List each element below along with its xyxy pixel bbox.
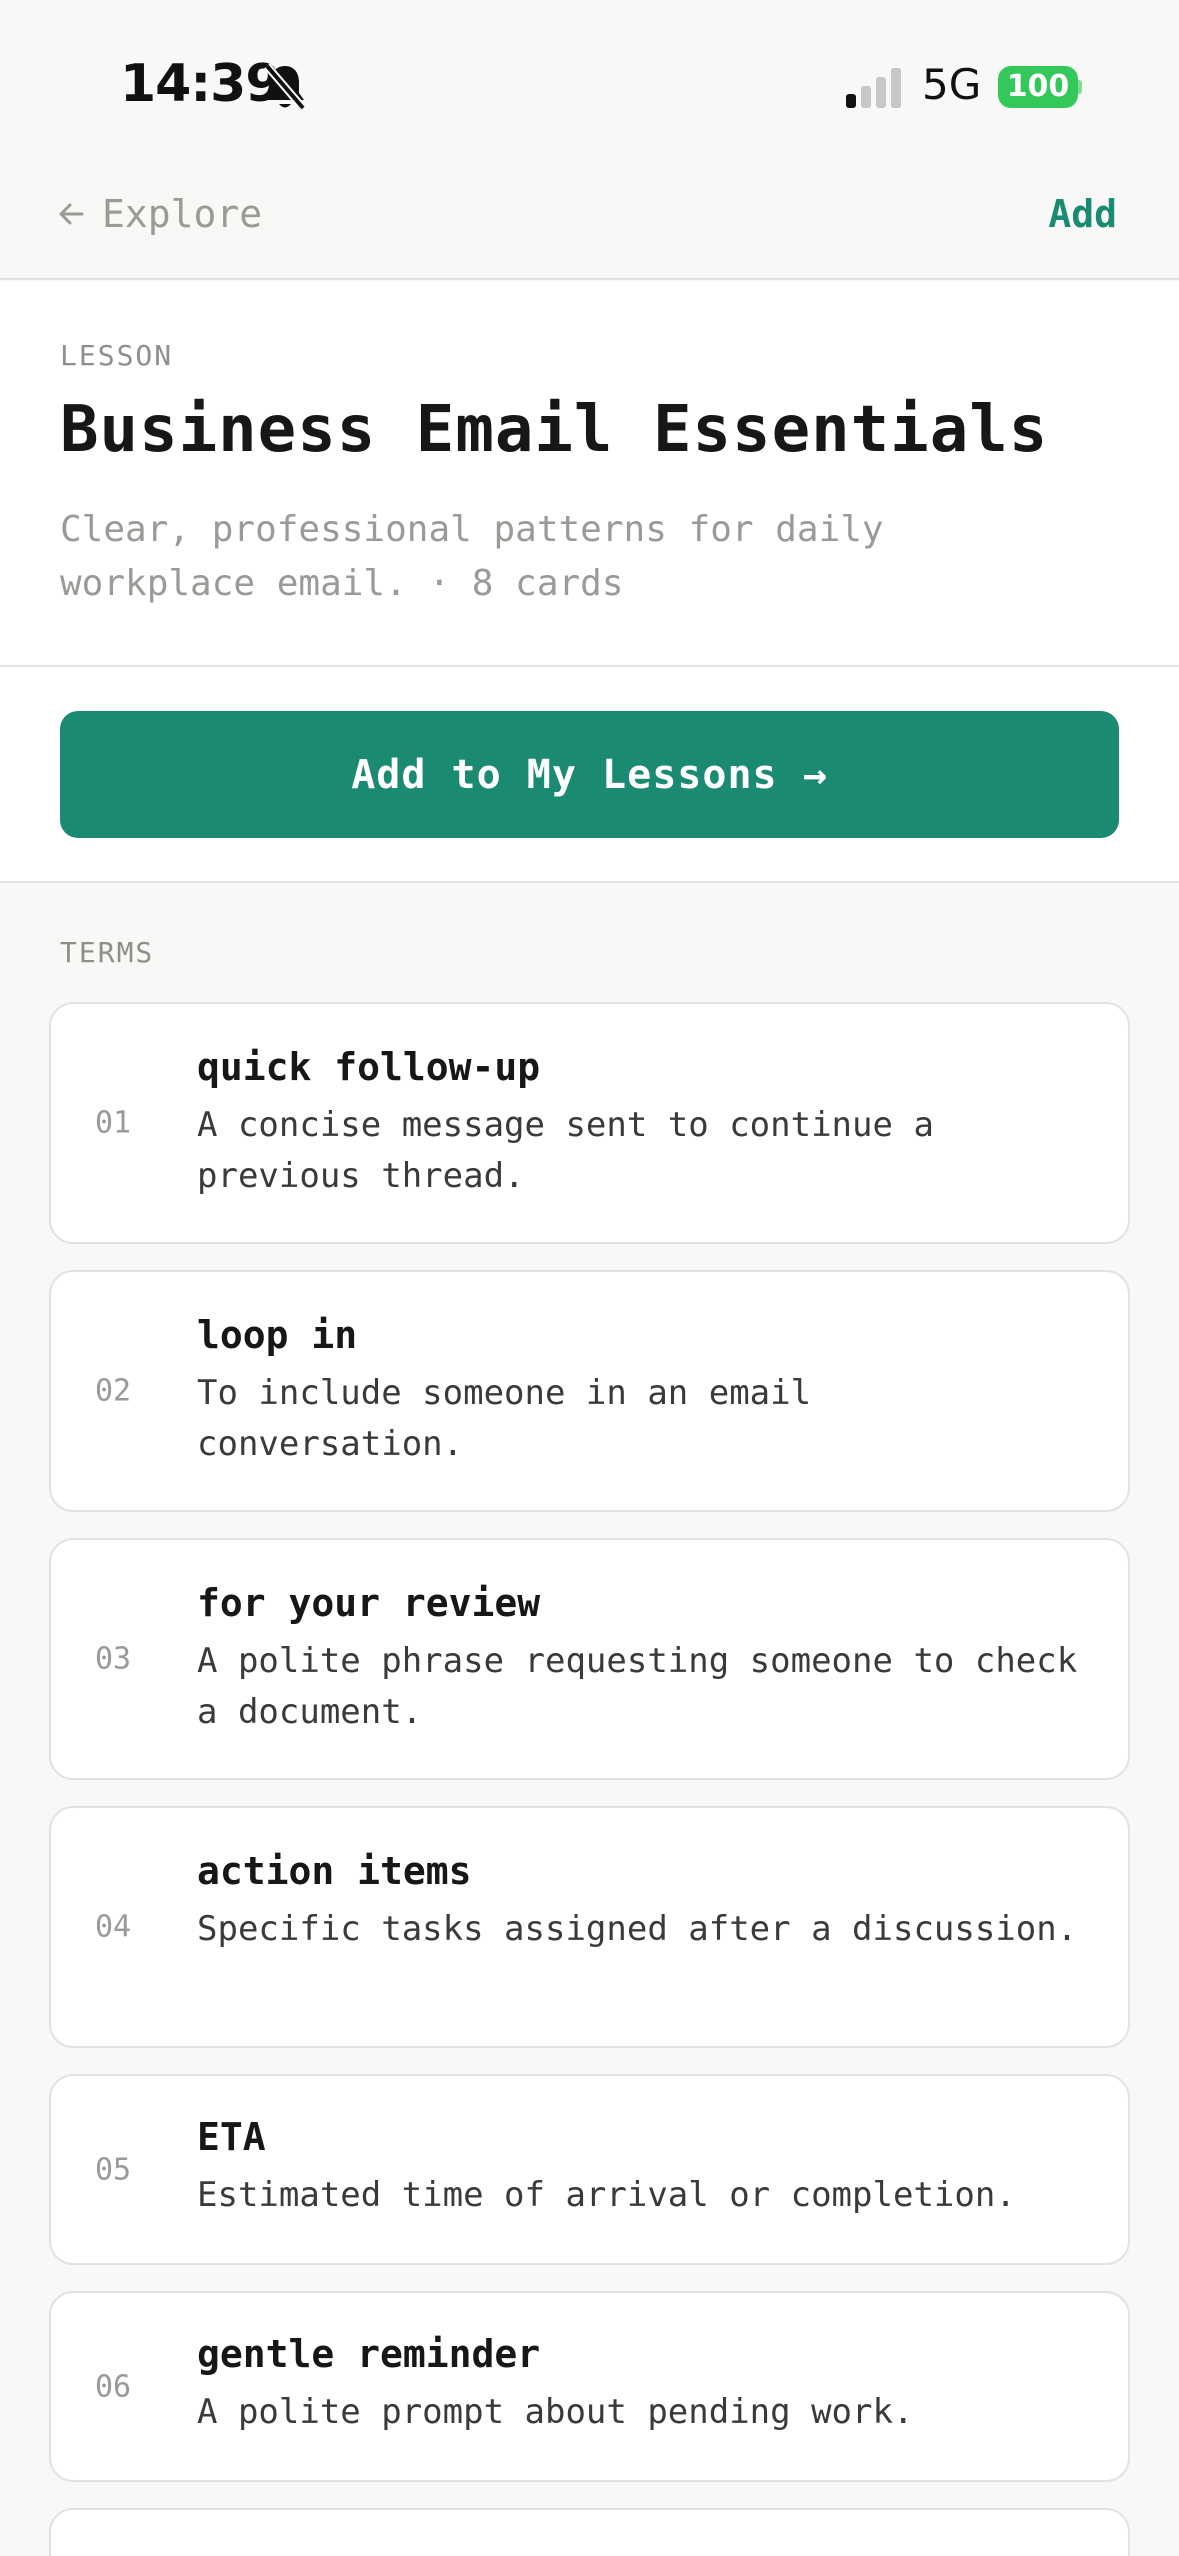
term-card[interactable]: 01 quick follow-up A concise message sen… bbox=[49, 1002, 1130, 1244]
cta-section: Add to My Lessons → bbox=[0, 667, 1179, 883]
battery-tip bbox=[1077, 80, 1082, 94]
term-word: ETA bbox=[197, 2115, 266, 2159]
term-body: action items Specific tasks assigned aft… bbox=[197, 1846, 1088, 1955]
term-card[interactable]: 03 for your review A polite phrase reque… bbox=[49, 1538, 1130, 1780]
term-word: gentle reminder bbox=[197, 2332, 541, 2376]
lesson-description: Clear, professional patterns for daily w… bbox=[60, 509, 884, 604]
nav-bar: Explore Add bbox=[0, 160, 1179, 280]
term-number: 06 bbox=[95, 2369, 132, 2404]
page-title: Business Email Essentials bbox=[60, 393, 1049, 467]
term-number: 04 bbox=[95, 1909, 132, 1945]
term-definition: Estimated time of arrival or completion. bbox=[197, 2175, 1016, 2215]
term-body: for your review A polite phrase requesti… bbox=[197, 1578, 1088, 1738]
bell-slash-icon bbox=[263, 63, 307, 111]
term-number: 03 bbox=[95, 1641, 132, 1677]
back-label: Explore bbox=[102, 192, 263, 236]
term-word: quick follow-up bbox=[197, 1045, 541, 1089]
add-to-my-lessons-button[interactable]: Add to My Lessons → bbox=[60, 711, 1119, 838]
term-body: loop in To include someone in an email c… bbox=[197, 1310, 1088, 1470]
term-body: ETA Estimated time of arrival or complet… bbox=[197, 2112, 1088, 2221]
term-number: 05 bbox=[95, 2152, 132, 2187]
term-number: 02 bbox=[95, 1373, 132, 1409]
back-arrow-icon bbox=[59, 203, 84, 225]
term-card[interactable]: 02 loop in To include someone in an emai… bbox=[49, 1270, 1130, 1512]
lesson-eyebrow: LESSON bbox=[60, 339, 174, 372]
back-button[interactable]: Explore bbox=[58, 184, 262, 244]
term-word: for your review bbox=[197, 1581, 541, 1625]
term-card[interactable]: 04 action items Specific tasks assigned … bbox=[49, 1806, 1130, 2048]
term-body: gentle reminder A polite prompt about pe… bbox=[197, 2329, 1088, 2438]
term-body: quick follow-up A concise message sent t… bbox=[197, 1042, 1088, 1202]
term-definition: A polite prompt about pending work. bbox=[197, 2392, 914, 2432]
term-card[interactable]: 05 ETA Estimated time of arrival or comp… bbox=[49, 2074, 1130, 2265]
term-word: action items bbox=[197, 1849, 472, 1893]
status-time: 14:39 bbox=[120, 54, 282, 114]
term-card[interactable]: 06 gentle reminder A polite prompt about… bbox=[49, 2291, 1130, 2482]
term-list: 01 quick follow-up A concise message sen… bbox=[49, 1002, 1130, 2556]
lesson-header: LESSON Business Email Essentials Clear, … bbox=[0, 281, 1179, 667]
term-word: loop in bbox=[197, 1313, 358, 1357]
term-card-partial[interactable] bbox=[49, 2508, 1130, 2556]
term-definition: A polite phrase requesting someone to ch… bbox=[197, 1641, 1078, 1732]
status-bar: 14:39 5G 100 bbox=[0, 0, 1179, 160]
term-definition: A concise message sent to continue a pre… bbox=[197, 1105, 934, 1196]
term-definition: To include someone in an email conversat… bbox=[197, 1373, 812, 1464]
term-number: 01 bbox=[95, 1105, 132, 1141]
network-label: 5G bbox=[922, 60, 982, 109]
signal-icon bbox=[846, 68, 901, 108]
terms-section-label: TERMS bbox=[60, 936, 155, 969]
term-definition: Specific tasks assigned after a discussi… bbox=[197, 1909, 1078, 1949]
battery-icon: 100 bbox=[998, 66, 1078, 108]
add-link[interactable]: Add bbox=[1048, 184, 1117, 244]
